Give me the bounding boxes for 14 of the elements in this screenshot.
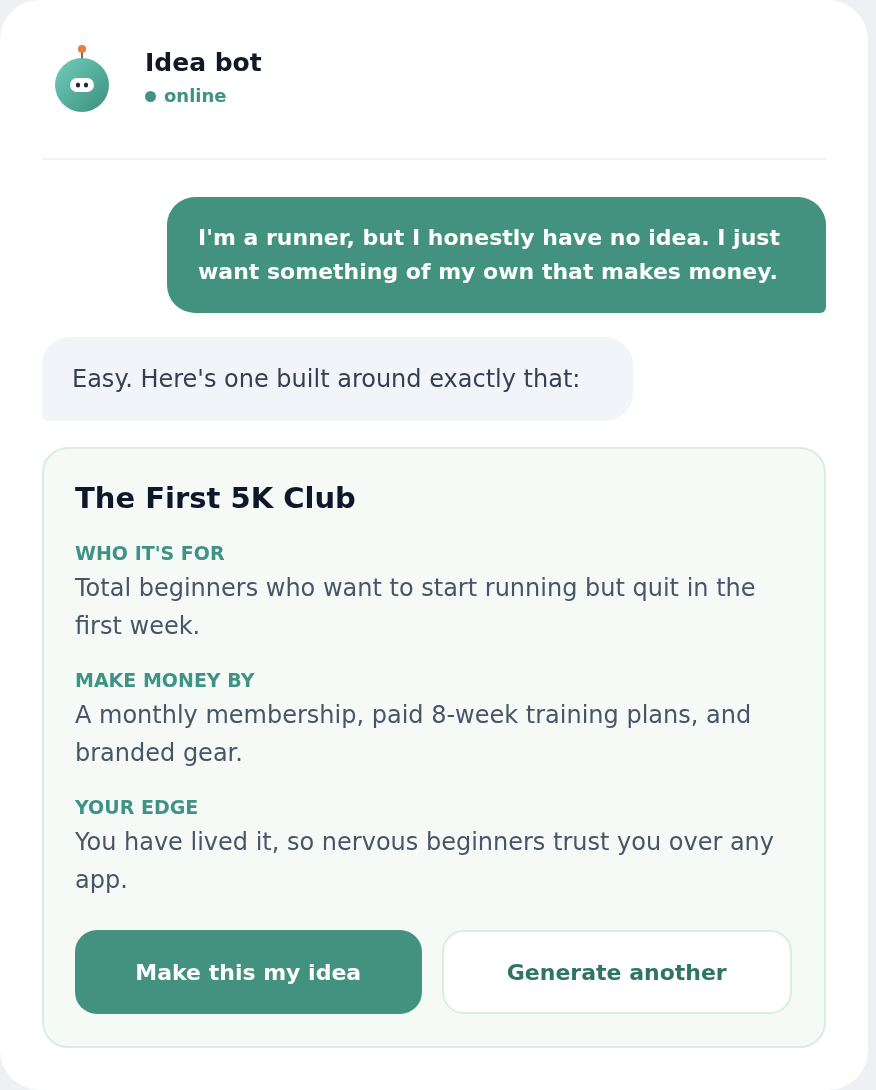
- generate-another-button[interactable]: Generate another: [441, 930, 792, 1014]
- bot-name: Idea bot: [145, 47, 262, 79]
- robot-avatar-icon: [54, 44, 110, 112]
- idea-title: The First 5K Club: [75, 480, 357, 517]
- bot-message-bubble: Easy. Here's one built around exactly that:: [42, 337, 633, 421]
- section-label: YOUR EDGE: [75, 795, 200, 820]
- make-idea-button[interactable]: Make this my idea: [75, 930, 422, 1014]
- section-label: MAKE MONEY BY: [75, 668, 256, 693]
- user-message-bubble: I'm a runner, but I honestly have no idea. I just want something of my own that makes money.: [167, 197, 826, 313]
- section-text: You have lived it, so nervous beginners trust you over any app.: [75, 827, 776, 896]
- section-label: WHO IT'S FOR: [75, 541, 226, 566]
- section-text: A monthly membership, paid 8-week training plans, and branded gear.: [75, 700, 753, 769]
- section-text: Total beginners who want to start running but quit in the first week.: [75, 573, 757, 642]
- status-label: online: [164, 84, 227, 108]
